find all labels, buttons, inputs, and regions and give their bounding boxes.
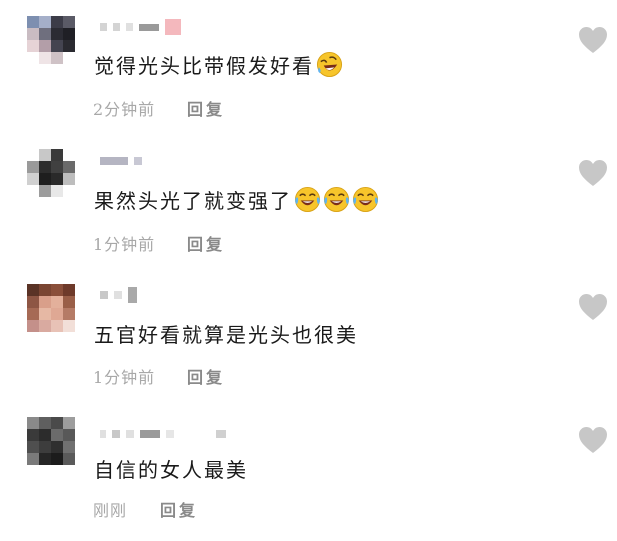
comment-time: 刚刚 bbox=[93, 501, 128, 520]
like-heart-icon[interactable] bbox=[578, 26, 608, 54]
username[interactable] bbox=[100, 287, 137, 303]
comment-text: 自信的女人最美 bbox=[94, 454, 248, 483]
comment-text-content: 自信的女人最美 bbox=[94, 458, 248, 482]
comment-text: 觉得光头比带假发好看 bbox=[94, 50, 343, 79]
comment-text-content: 觉得光头比带假发好看 bbox=[94, 54, 314, 78]
username[interactable] bbox=[100, 19, 181, 35]
avatar[interactable] bbox=[27, 16, 75, 64]
like-heart-icon[interactable] bbox=[578, 159, 608, 187]
comment-time: 1分钟前 bbox=[93, 235, 156, 254]
avatar[interactable] bbox=[27, 284, 75, 332]
like-heart-icon[interactable] bbox=[578, 426, 608, 454]
like-heart-icon[interactable] bbox=[578, 293, 608, 321]
username[interactable] bbox=[100, 427, 226, 441]
crying-laughing-emoji bbox=[352, 186, 379, 213]
reply-button[interactable]: 回复 bbox=[160, 497, 198, 521]
reply-button[interactable]: 回复 bbox=[187, 231, 225, 255]
username[interactable] bbox=[100, 154, 142, 168]
rofl-emoji bbox=[316, 51, 343, 78]
comment-text-content: 五官好看就算是光头也很美 bbox=[94, 323, 358, 347]
comment-text-content: 果然头光了就变强了 bbox=[94, 189, 292, 213]
reply-button[interactable]: 回复 bbox=[187, 364, 225, 388]
crying-laughing-emoji bbox=[294, 186, 321, 213]
reply-button[interactable]: 回复 bbox=[187, 96, 225, 120]
comment-item: 觉得光头比带假发好看 2分钟前 回复 bbox=[0, 0, 617, 134]
comment-item: 果然头光了就变强了 1分钟前 回复 bbox=[0, 134, 617, 268]
comment-text: 果然头光了就变强了 bbox=[94, 185, 379, 214]
comment-item: 自信的女人最美 刚刚 回复 bbox=[0, 402, 617, 536]
comment-text: 五官好看就算是光头也很美 bbox=[94, 319, 358, 348]
avatar[interactable] bbox=[27, 417, 75, 465]
comment-time: 2分钟前 bbox=[93, 100, 156, 119]
comment-item: 五官好看就算是光头也很美 1分钟前 回复 bbox=[0, 268, 617, 402]
crying-laughing-emoji bbox=[323, 186, 350, 213]
comment-time: 1分钟前 bbox=[93, 368, 156, 387]
avatar[interactable] bbox=[27, 149, 75, 197]
